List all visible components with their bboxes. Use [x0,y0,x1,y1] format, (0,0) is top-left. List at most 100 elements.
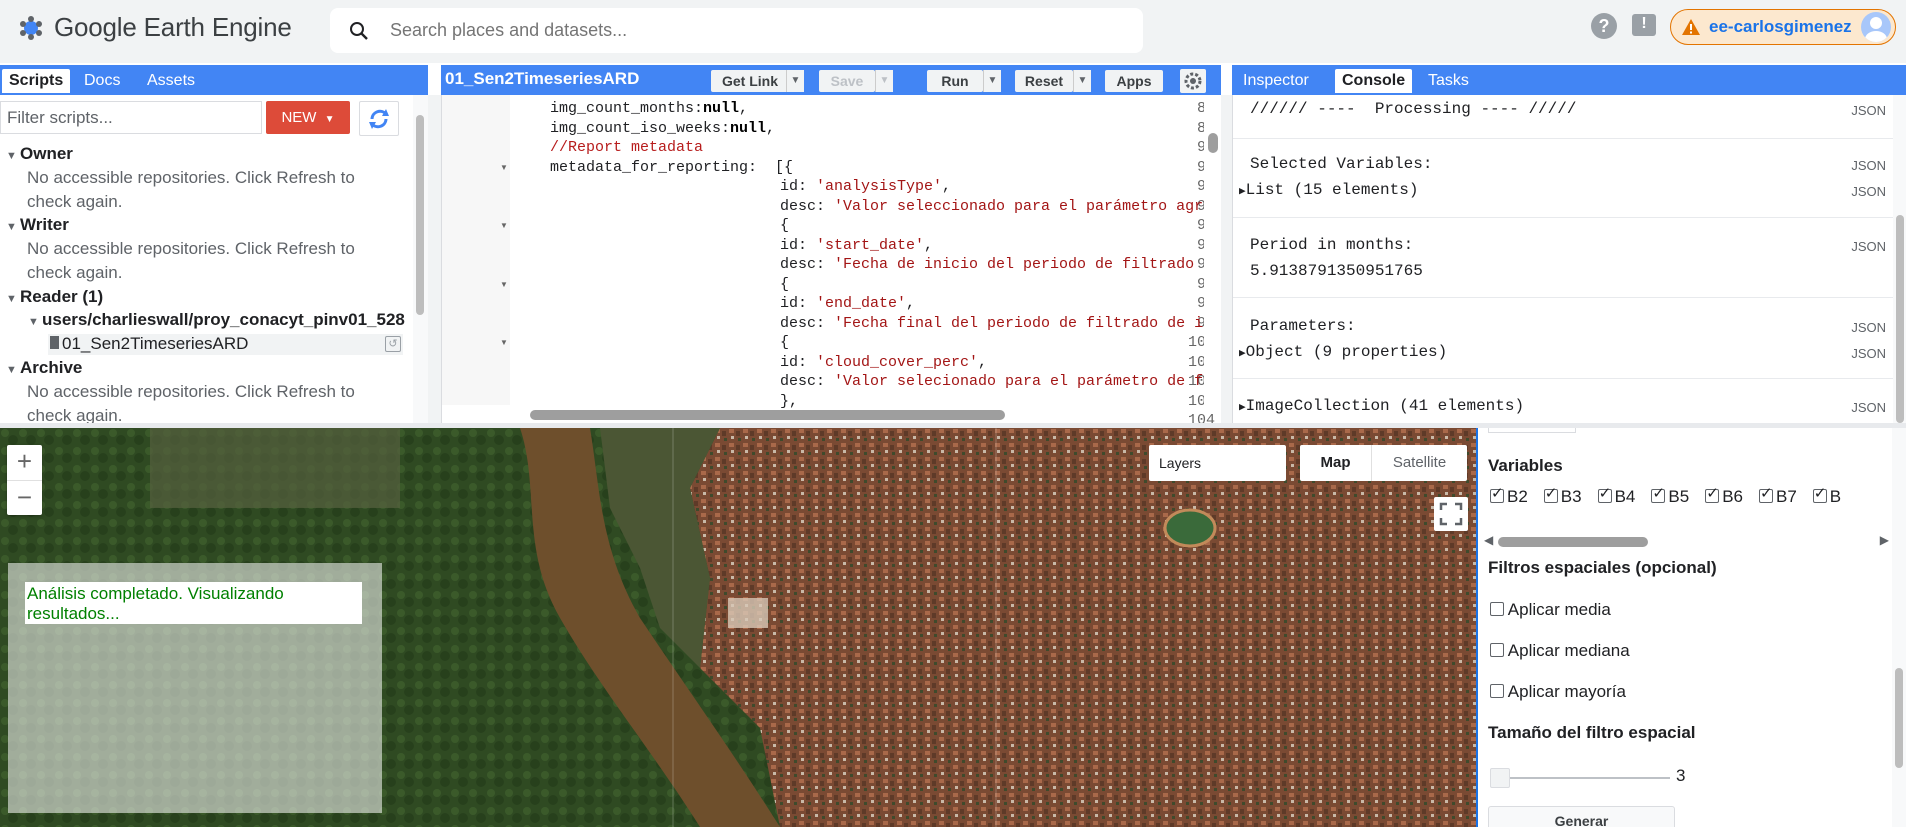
variable-checkbox[interactable]: B2 [1490,484,1528,506]
checkbox[interactable] [1543,484,1558,503]
scripts-scrollbar[interactable] [413,95,428,423]
code-text: desc: [780,314,835,332]
scrollbar-thumb[interactable] [530,410,1005,420]
list-summary: List (15 elements) [1245,181,1419,199]
checkbox[interactable] [1490,684,1504,698]
vertical-splitter[interactable] [1221,95,1232,423]
panel-scrollbar[interactable] [1892,428,1906,827]
caret-right-icon: ▶ [1239,402,1246,414]
tree-reader[interactable]: ▼ Reader (1) [6,287,103,307]
option-mediana[interactable]: Aplicar mediana [1490,641,1630,661]
json-link[interactable]: JSON [1851,103,1886,118]
json-link[interactable]: JSON [1851,239,1886,254]
filter-scripts-input[interactable]: Filter scripts... [0,101,262,134]
code-editor[interactable]: 88img_count_months:null,89img_count_iso_… [441,95,1221,423]
scrollbar-thumb[interactable] [1208,133,1218,153]
editor-vscroll[interactable] [1204,95,1221,405]
tree-archive[interactable]: ▼ Archive [6,358,82,378]
variable-checkbox[interactable]: B6 [1705,484,1743,506]
tab-scripts[interactable]: Scripts [2,69,71,93]
console-expander[interactable]: ▶ImageCollection (41 elements) [1239,397,1524,415]
code-text: img_count_iso_weeks: [550,119,731,137]
history-icon[interactable]: ↺ [385,336,401,352]
get-link-dropdown[interactable]: ▼ [786,70,804,92]
account-name: ee-carlosgimenez [1709,17,1852,36]
tree-writer[interactable]: ▼ Writer [6,215,69,235]
map-type-satellite-button[interactable]: Satellite [1372,445,1467,481]
script-file-item[interactable]: 01_Sen2TimeseriesARD ↺ [48,334,403,355]
variables-hscroll[interactable]: ◀ ▶ [1484,533,1889,549]
variable-checkbox[interactable]: B5 [1651,484,1689,506]
tree-repo[interactable]: ▼ users/charlieswall/proy_conacyt_pinv01_… [28,310,405,330]
layers-button[interactable]: Layers [1149,445,1286,481]
settings-button[interactable] [1180,69,1206,93]
divider [1233,378,1893,379]
feedback-icon[interactable]: ! [1632,14,1656,36]
zoom-out-button[interactable]: − [7,480,42,515]
variable-checkbox[interactable]: B7 [1758,484,1797,506]
reset-dropdown[interactable]: ▼ [1073,70,1091,92]
checkbox[interactable] [1597,484,1612,503]
scrollbar-thumb[interactable] [1895,668,1903,768]
tab-console[interactable]: Console [1335,69,1413,93]
variable-checkbox[interactable]: B4 [1597,484,1635,506]
variable-checkbox[interactable]: B3 [1543,484,1582,506]
checkbox[interactable] [1490,643,1504,657]
scrollbar-thumb[interactable] [1896,215,1904,423]
tab-docs[interactable]: Docs [77,69,127,93]
checkbox[interactable] [1812,484,1827,503]
scrollbar-thumb[interactable] [1498,537,1648,547]
apps-button[interactable]: Apps [1105,70,1163,92]
checkbox[interactable] [1705,484,1720,503]
slider-handle[interactable] [1490,768,1510,788]
zoom-in-button[interactable]: + [7,445,42,480]
json-link[interactable]: JSON [1851,320,1886,335]
fullscreen-button[interactable] [1434,497,1468,531]
checkbox[interactable] [1490,602,1504,616]
run-button[interactable]: Run [927,70,983,92]
refresh-button[interactable] [359,101,399,136]
new-script-button[interactable]: NEW ▼ [266,101,350,134]
save-button[interactable]: Save [819,70,875,92]
generate-button[interactable]: Generar [1488,806,1675,827]
fold-caret-icon[interactable]: ▼ [500,221,508,230]
app-control-panel: Variables B2 B3 B4 B5 B6 B7 B ◀ ▶ Filtros espa… [1476,428,1906,827]
json-link[interactable]: JSON [1851,158,1886,173]
tab-tasks[interactable]: Tasks [1421,69,1476,93]
search-box[interactable] [330,8,1143,53]
editor-hscroll[interactable] [510,406,1204,423]
fold-caret-icon[interactable]: ▼ [500,280,508,289]
tab-assets[interactable]: Assets [140,69,202,93]
checkbox[interactable] [1758,484,1773,503]
map-type-map-button[interactable]: Map [1300,445,1372,481]
scrollbar-thumb[interactable] [416,115,424,315]
json-link[interactable]: JSON [1851,346,1886,361]
fold-caret-icon[interactable]: ▼ [500,163,508,172]
account-chip[interactable]: ee-carlosgimenez [1670,9,1896,45]
reader-heading: Reader (1) [20,287,104,306]
checkbox[interactable] [1651,484,1666,503]
filter-size-slider[interactable] [1490,766,1670,790]
app-logo[interactable]: Google Earth Engine [18,12,292,43]
option-mayoria[interactable]: Aplicar mayoría [1490,682,1626,702]
tab-inspector[interactable]: Inspector [1236,69,1316,93]
search-input[interactable] [390,20,1090,41]
get-link-button[interactable]: Get Link [711,70,789,92]
code-text: metadata_for_reporting: [{ [550,158,794,176]
fold-caret-icon[interactable]: ▼ [500,338,508,347]
console-scrollbar[interactable] [1893,95,1906,423]
variable-checkbox[interactable]: B [1812,484,1841,506]
reset-button[interactable]: Reset [1015,70,1073,92]
vertical-splitter[interactable] [428,95,441,423]
checkbox[interactable] [1490,484,1504,503]
avatar[interactable] [1861,12,1891,42]
help-icon[interactable]: ? [1591,13,1617,39]
json-link[interactable]: JSON [1851,184,1886,199]
run-dropdown[interactable]: ▼ [983,70,1001,92]
console-expander[interactable]: ▶List (15 elements) [1239,181,1418,199]
save-dropdown[interactable]: ▼ [875,70,893,92]
option-media[interactable]: Aplicar media [1490,600,1611,620]
tree-owner[interactable]: ▼ Owner [6,144,73,164]
console-expander[interactable]: ▶Object (9 properties) [1239,343,1447,361]
json-link[interactable]: JSON [1851,400,1886,415]
